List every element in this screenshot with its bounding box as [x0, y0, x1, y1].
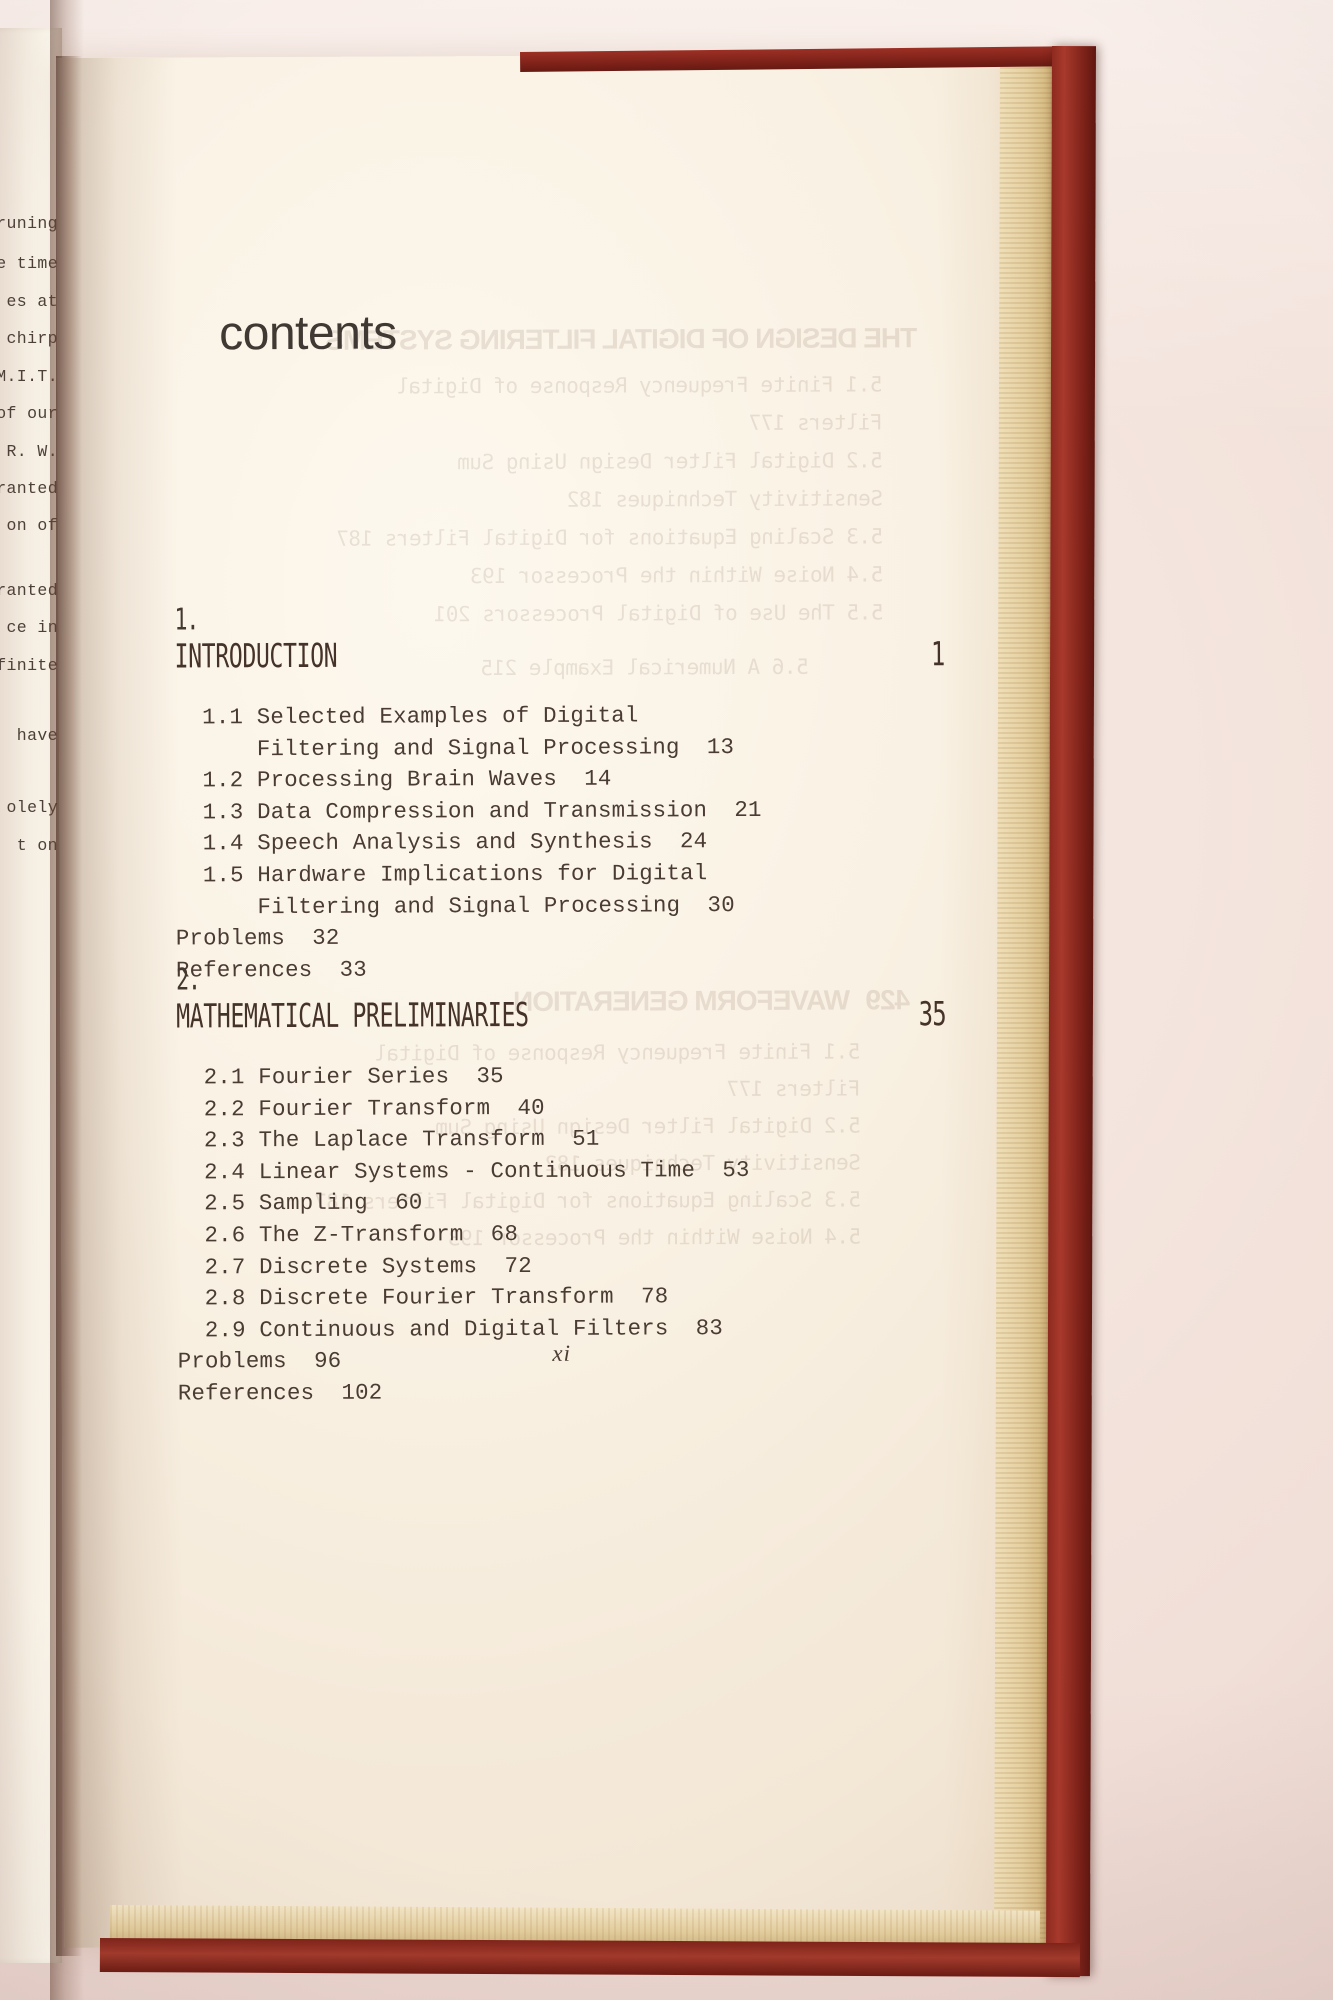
left-page-text-fragment: M.I.T. — [0, 367, 58, 386]
page-content: contents 1. INTRODUCTION 1 1.1 Selected Ex… — [56, 54, 1064, 1948]
spine-gutter — [56, 56, 82, 1956]
left-page-text-fragment: R. W. — [6, 442, 58, 461]
chapter-page-number: 35 — [918, 994, 947, 1034]
left-page-text-fragment: t on — [16, 836, 58, 855]
left-page-text-fragment: es at — [6, 292, 58, 311]
toc-entry[interactable]: 1.4 Speech Analysis and Synthesis 24 — [175, 825, 1005, 860]
left-page-text-fragment: of our — [0, 404, 58, 423]
left-page-text-fragment: on of — [6, 516, 58, 535]
toc-entry[interactable]: 2.2 Fourier Transform 40 — [177, 1090, 1007, 1125]
chapter-title: MATHEMATICAL PRELIMINARIES — [176, 994, 529, 1036]
chapter-heading-2[interactable]: 2. MATHEMATICAL PRELIMINARIES 35 — [176, 959, 986, 1037]
chapter-number: 1. — [174, 602, 199, 638]
toc-entry[interactable]: 1.2 Processing Brain Waves 14 — [175, 762, 1005, 797]
left-page-text-fragment: r chirp — [0, 329, 58, 348]
chapter-title: INTRODUCTION — [174, 635, 338, 676]
page-title: contents — [219, 306, 397, 361]
left-page-text-fragment: ranted — [0, 581, 58, 600]
toc-entry[interactable]: References 102 — [178, 1375, 1008, 1410]
toc-entry[interactable]: Filtering and Signal Processing 30 — [176, 888, 1006, 923]
toc-entry[interactable]: 1.1 Selected Examples of Digital — [175, 699, 1005, 734]
toc-entry[interactable]: 2.7 Discrete Systems 72 — [177, 1248, 1007, 1283]
book-cover-spine-right — [1045, 46, 1096, 1977]
toc-entry[interactable]: 2.6 The Z-Transform 68 — [177, 1217, 1007, 1252]
left-page-text-fragment: ce in — [6, 618, 58, 637]
page-folio: xi — [552, 1340, 572, 1366]
book-cover-bottom — [99, 1938, 1080, 1978]
toc-entry[interactable]: 2.8 Discrete Fourier Transform 78 — [177, 1280, 1007, 1315]
left-page-text-fragment: ranted — [0, 479, 58, 498]
chapter-heading-1[interactable]: 1. INTRODUCTION 1 — [174, 599, 984, 677]
left-page-text-fragment: finite — [0, 656, 58, 675]
toc-entry[interactable]: 2.4 Linear Systems - Continuous Time 53 — [177, 1154, 1007, 1189]
toc-entry[interactable]: 1.5 Hardware Implications for Digital — [176, 857, 1006, 892]
chapter-number: 2. — [175, 962, 200, 998]
toc-entry[interactable]: 1.3 Data Compression and Transmission 21 — [175, 794, 1005, 829]
left-page-verso: pruning e time es at r chirp M.I.T. of our R. … — [0, 28, 62, 1963]
chapter-1-entries: 1.1 Selected Examples of Digital Filteri… — [175, 699, 1006, 987]
toc-entry[interactable]: 2.5 Sampling 60 — [177, 1185, 1007, 1220]
left-page-text-fragment: have — [16, 726, 58, 745]
left-page-text-fragment: pruning — [0, 214, 58, 233]
toc-entry[interactable]: Problems 32 — [176, 920, 1006, 955]
left-page-text-fragment: olely — [6, 798, 58, 817]
toc-entry[interactable]: Filtering and Signal Processing 13 — [175, 730, 1005, 765]
toc-entry[interactable]: 2.1 Fourier Series 35 — [176, 1059, 1006, 1094]
chapter-page-number: 1 — [930, 634, 945, 674]
book-page-recto: THE DESIGN OF DIGITAL FILTERING SYSTEMS 5… — [56, 53, 1065, 1948]
toc-entry[interactable]: 2.3 The Laplace Transform 51 — [177, 1122, 1007, 1157]
left-page-text-fragment: e time — [0, 254, 58, 273]
